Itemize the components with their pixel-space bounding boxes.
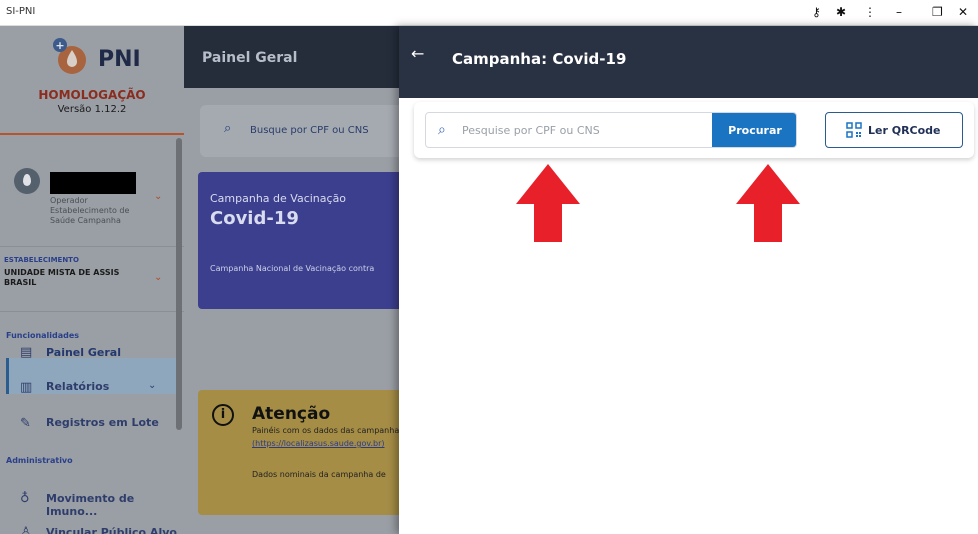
notice-title: Atenção bbox=[252, 404, 331, 424]
key-icon[interactable]: ⚷ bbox=[812, 4, 821, 20]
dashboard-icon: ▤ bbox=[20, 345, 33, 360]
search-field[interactable]: ⌕ Procurar bbox=[425, 112, 797, 148]
operator-chevron-down-icon[interactable]: ⌄ bbox=[154, 191, 162, 202]
logo-text: PNI bbox=[98, 47, 141, 72]
operator-avatar bbox=[14, 168, 40, 194]
establishment-chevron-down-icon[interactable]: ⌄ bbox=[154, 272, 162, 283]
sidebar: + PNI HOMOLOGAÇÃO Versão 1.12.2 ⌄ Operad… bbox=[0, 26, 184, 534]
qrcode-icon bbox=[846, 122, 862, 138]
search-button[interactable]: Procurar bbox=[712, 113, 796, 147]
main-header: Painel Geral bbox=[184, 26, 399, 88]
operator-name-redacted bbox=[50, 172, 136, 194]
close-icon[interactable]: ✕ bbox=[958, 4, 968, 20]
back-arrow-icon[interactable]: ← bbox=[411, 44, 424, 63]
svg-text:+: + bbox=[55, 39, 64, 52]
search-icon: ⌕ bbox=[438, 122, 446, 138]
person-icon: ♙ bbox=[20, 525, 32, 534]
page-title: Painel Geral bbox=[202, 50, 298, 66]
annotation-arrow-icon bbox=[516, 164, 580, 242]
restore-icon[interactable]: ❐ bbox=[932, 4, 943, 20]
vaccine-hand-icon: ♁ bbox=[20, 491, 30, 506]
operator-establishment: Estabelecimento de Saúde Campanha bbox=[50, 206, 130, 225]
section-admin: Administrativo bbox=[6, 456, 73, 465]
campaign-card[interactable]: Campanha de Vacinação Covid-19 Campanha … bbox=[198, 172, 408, 309]
notice-link[interactable]: (https://localizasus.saude.gov.br) bbox=[252, 439, 385, 448]
minimize-icon[interactable]: – bbox=[896, 4, 902, 20]
campaign-description: Campanha Nacional de Vacinação contra bbox=[210, 264, 375, 273]
info-icon: i bbox=[212, 404, 234, 426]
sidebar-item-vincular-publico-alvo[interactable]: Vincular Público Alvo bbox=[46, 526, 177, 534]
notice-card: i Atenção Painéis com os dados das campa… bbox=[198, 390, 408, 515]
environment-label: HOMOLOGAÇÃO bbox=[38, 88, 146, 102]
sidebar-scrollbar[interactable] bbox=[176, 138, 182, 430]
search-icon: ⌕ bbox=[224, 121, 232, 136]
chevron-down-icon[interactable]: ⌄ bbox=[148, 380, 156, 391]
divider bbox=[0, 311, 184, 312]
read-qrcode-label: Ler QRCode bbox=[868, 124, 941, 137]
divider bbox=[0, 133, 184, 135]
read-qrcode-button[interactable]: Ler QRCode bbox=[825, 112, 963, 148]
campaign-drawer: ← Campanha: Covid-19 ⌕ Procurar bbox=[399, 26, 978, 534]
main-search[interactable]: ⌕ Busque por CPF ou CNS bbox=[200, 105, 410, 157]
more-menu-icon[interactable]: ⋮ bbox=[864, 4, 876, 20]
section-features: Funcionalidades bbox=[6, 331, 80, 340]
sidebar-item-registros-em-lote[interactable]: Registros em Lote bbox=[46, 416, 159, 429]
campaign-title: Covid-19 bbox=[210, 208, 299, 229]
search-input[interactable] bbox=[462, 114, 712, 146]
search-card: ⌕ Procurar Ler QRCode bbox=[414, 102, 974, 158]
reports-icon: ▥ bbox=[20, 380, 33, 395]
sidebar-item-relatorios[interactable]: Relatórios bbox=[46, 380, 109, 393]
window-title-bar: SI-PNI ⚷ ✱ ⋮ – ❐ ✕ bbox=[0, 0, 978, 26]
version-label: Versão 1.12.2 bbox=[57, 104, 127, 115]
drawer-header: ← Campanha: Covid-19 bbox=[399, 26, 978, 88]
window-title: SI-PNI bbox=[6, 6, 36, 17]
syringe-icon: ✎ bbox=[20, 416, 31, 431]
sidebar-item-movimento-de-imuno[interactable]: Movimento de Imuno... bbox=[46, 492, 184, 518]
notice-text: Dados nominais da campanha de bbox=[252, 470, 386, 479]
drawer-header-band bbox=[399, 88, 978, 98]
notice-text: Painéis com os dados das campanhas bbox=[252, 426, 404, 435]
establishment-label: ESTABELECIMENTO bbox=[4, 256, 79, 264]
sidebar-item-label[interactable]: Painel Geral bbox=[46, 346, 121, 359]
annotation-arrow-icon bbox=[736, 164, 800, 242]
campaign-kicker: Campanha de Vacinação bbox=[210, 192, 347, 205]
main-search-placeholder: Busque por CPF ou CNS bbox=[250, 125, 369, 136]
operator-role: Operador bbox=[50, 196, 88, 205]
divider bbox=[0, 246, 184, 247]
app-window: SI-PNI ⚷ ✱ ⋮ – ❐ ✕ + PNI HOMOLOGAÇÃO Ver… bbox=[0, 0, 978, 534]
pni-logo-icon: + bbox=[53, 38, 86, 74]
establishment-select[interactable]: UNIDADE MISTA DE ASSIS BRASIL bbox=[4, 268, 134, 288]
drawer-title: Campanha: Covid-19 bbox=[452, 50, 627, 68]
extensions-icon[interactable]: ✱ bbox=[836, 4, 846, 20]
